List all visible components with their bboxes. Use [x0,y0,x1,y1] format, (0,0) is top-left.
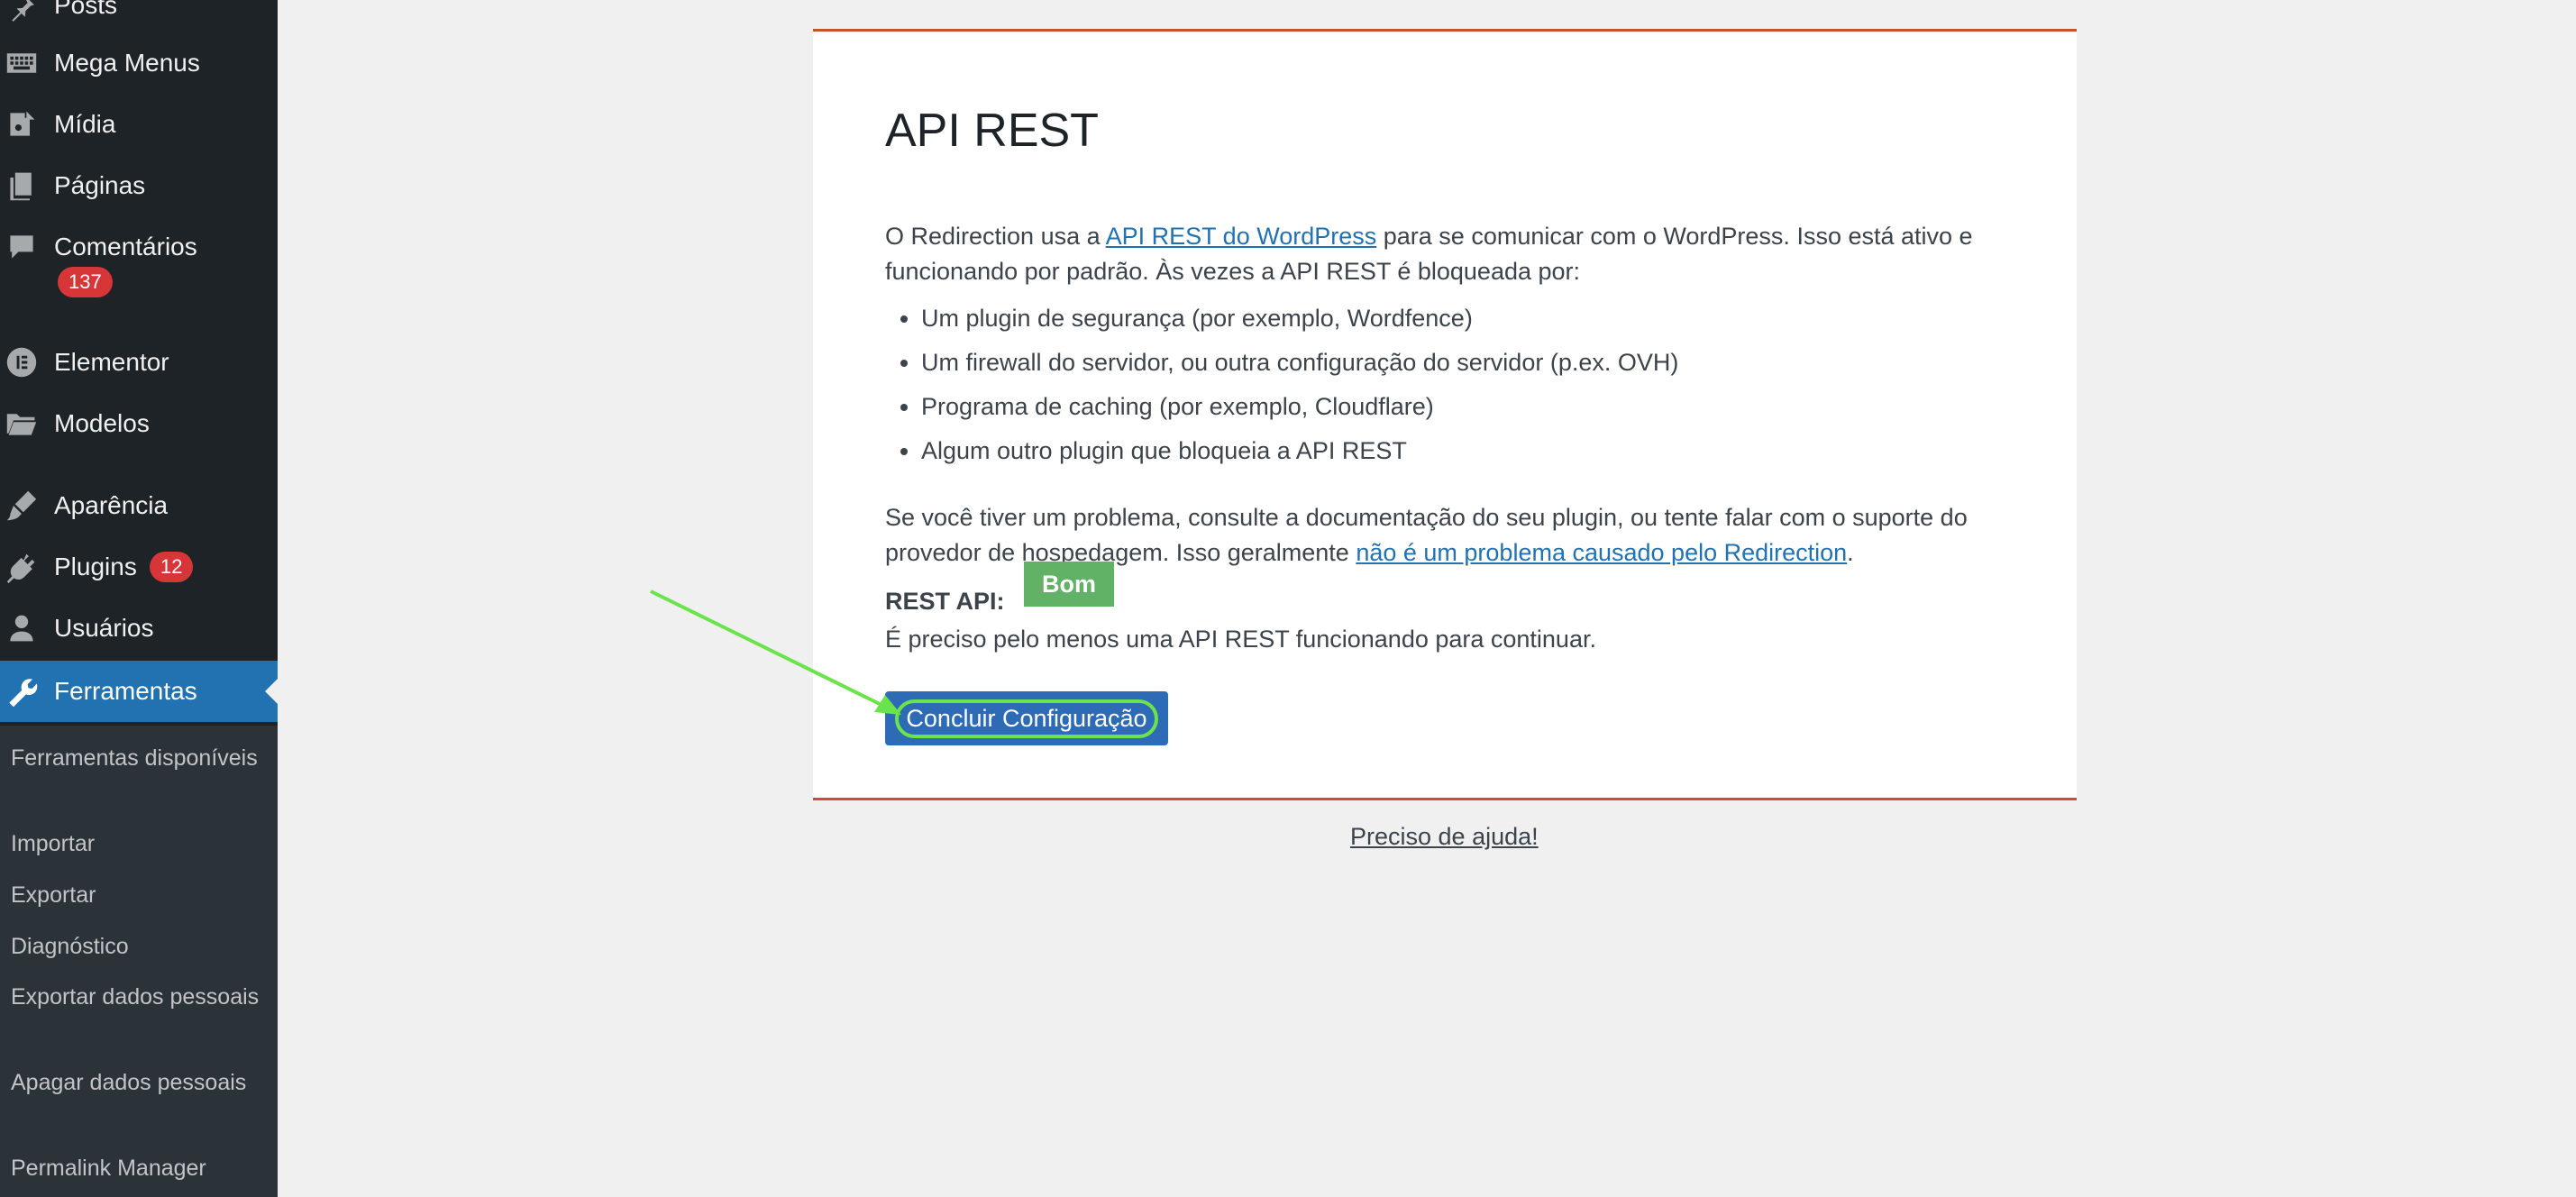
wrench-icon [5,675,38,708]
elementor-icon [5,346,38,379]
not-redirection-problem-link[interactable]: não é um problema causado pelo Redirecti… [1356,539,1847,566]
menu-label: Posts [54,0,118,19]
list-item: Programa de caching (por exemplo, Cloudf… [921,385,1678,429]
user-icon [5,612,38,644]
submenu-item-apagar-dados-pessoais[interactable]: Apagar dados pessoais [11,1066,263,1099]
wordpress-rest-api-link[interactable]: API REST do WordPress [1106,223,1377,250]
menu-item-elementor[interactable]: Elementor [0,332,278,393]
list-item: Um firewall do servidor, ou outra config… [921,341,1678,385]
rest-api-setup-card: API REST O Redirection usa a API REST do… [813,29,2077,800]
menu-item-ferramentas[interactable]: Ferramentas [0,661,278,722]
tools-submenu: Ferramentas disponíveis Importar Exporta… [0,726,278,1197]
submenu-item-exportar[interactable]: Exportar [11,879,263,911]
menu-label: Plugins [54,553,137,580]
submenu-item-diagnostico[interactable]: Diagnóstico [11,930,263,963]
pages-icon [5,169,38,202]
need-help-link[interactable]: Preciso de ajuda! [1350,823,1539,851]
submenu-item-permalink-manager[interactable]: Permalink Manager [11,1152,263,1184]
pin-icon [5,0,38,22]
intro-paragraph: O Redirection usa a API REST do WordPres… [885,219,2012,289]
menu-label: Páginas [54,171,146,199]
plug-icon [5,551,38,583]
plugins-update-badge: 12 [150,552,194,582]
menu-item-midia[interactable]: Mídia [0,94,278,155]
menu-item-aparencia[interactable]: Aparência [0,475,278,536]
rest-api-label: REST API: [885,588,1005,615]
menu-label: Elementor [54,348,169,376]
folder-icon [5,407,38,440]
menu-label: Aparência [54,491,169,519]
submenu-item-exportar-dados-pessoais[interactable]: Exportar dados pessoais [11,981,263,1013]
menu-item-posts[interactable]: Posts [0,0,278,36]
list-item: Algum outro plugin que bloqueia a API RE… [921,429,1678,473]
menu-item-mega-menus[interactable]: Mega Menus [0,32,278,94]
brush-icon [5,489,38,522]
menu-item-paginas[interactable]: Páginas [0,155,278,216]
requirement-text: É preciso pelo menos uma API REST funcio… [885,626,1596,653]
finish-setup-button[interactable]: Concluir Configuração [885,691,1168,745]
menu-item-comentarios[interactable]: Comentários [0,216,278,278]
menu-item-plugins[interactable]: Plugins 12 [0,536,278,598]
keyboard-icon [5,47,38,79]
rest-api-status-badge: Bom [1024,562,1114,607]
menu-label: Usuários [54,614,154,642]
menu-item-modelos[interactable]: Modelos [0,393,278,454]
media-icon [5,108,38,141]
comment-icon [5,231,38,263]
intro-text: O Redirection usa a [885,223,1106,250]
menu-label: Modelos [54,409,150,437]
submenu-item-importar[interactable]: Importar [11,827,263,860]
menu-label: Comentários [54,233,197,260]
problem-paragraph: Se você tiver um problema, consulte a do… [885,500,2012,571]
problem-text-end: . [1847,539,1854,566]
menu-label: Mídia [54,110,116,138]
comments-count-badge: 137 [58,267,113,297]
page-title: API REST [885,105,1099,157]
blocker-list: Um plugin de segurança (por exemplo, Wor… [885,297,1678,473]
submenu-item-ferramentas-disponiveis[interactable]: Ferramentas disponíveis [11,742,263,774]
menu-item-usuarios[interactable]: Usuários [0,598,278,659]
finish-setup-label: Concluir Configuração [895,699,1158,738]
menu-label: Ferramentas [54,677,197,705]
menu-label: Mega Menus [54,49,200,77]
list-item: Um plugin de segurança (por exemplo, Wor… [921,297,1678,341]
admin-sidebar: Posts Mega Menus Mídia Páginas Comentári… [0,0,278,1197]
